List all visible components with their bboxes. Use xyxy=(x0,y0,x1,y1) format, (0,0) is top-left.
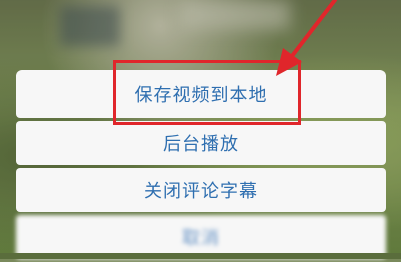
close-comment-subtitles-label: 关闭评论字幕 xyxy=(144,181,258,202)
highlight-box-annotation xyxy=(113,60,301,125)
cancel-label: 取消 xyxy=(182,228,220,249)
close-comment-subtitles-button[interactable]: 关闭评论字幕 xyxy=(16,168,386,212)
background-play-label: 后台播放 xyxy=(163,134,239,155)
background-play-button[interactable]: 后台播放 xyxy=(16,121,386,165)
background-bottom-strip xyxy=(0,253,401,259)
